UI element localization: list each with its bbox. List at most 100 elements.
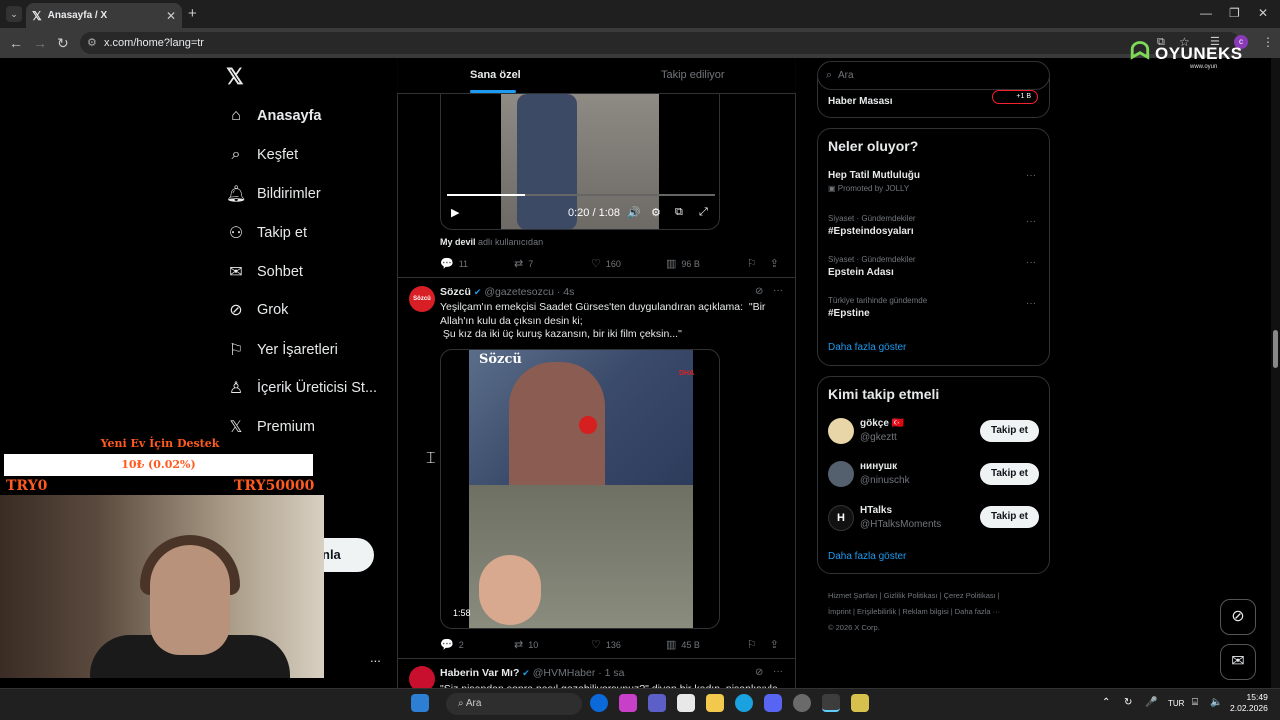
new-tab-button[interactable]: + [188, 5, 197, 22]
tab-following[interactable]: Takip ediliyor [661, 69, 725, 81]
nav-item-7[interactable]: ⚐ Yer İşaretleri [226, 339, 338, 361]
author-name[interactable]: Sözcü [440, 286, 471, 298]
copilot-icon[interactable] [619, 694, 637, 712]
tweet-video[interactable]: Sözcü DHA 1:58 [440, 349, 720, 629]
views-button[interactable]: ▥ 45 B [666, 638, 747, 651]
address-bar[interactable]: ⚙ x.com/home?lang=tr [80, 32, 1240, 54]
tweet-time[interactable]: · 1 sa [598, 667, 624, 679]
tray-chevron-icon[interactable]: ⌃ [1102, 697, 1110, 708]
footer-link[interactable]: Daha fazla ··· [955, 607, 1000, 616]
mic-icon[interactable]: 🎤 [1145, 697, 1157, 708]
like-button[interactable]: ♡ 136 [591, 638, 666, 651]
footer-link[interactable]: Erişilebilirlik [857, 607, 896, 616]
app-icon[interactable] [590, 694, 608, 712]
trend-item[interactable]: Türkiye tarihinde gündemde #Epstine [828, 296, 927, 319]
language-indicator[interactable]: TUR [1168, 699, 1184, 708]
steam-icon[interactable] [793, 694, 811, 712]
start-icon[interactable] [411, 694, 429, 712]
suggested-user[interactable]: HTalks @HTalksMoments [860, 505, 941, 530]
footer-link[interactable]: İmprint [828, 607, 851, 616]
views-button[interactable]: ▥ 96 B [666, 257, 747, 270]
follow-button[interactable]: Takip et [980, 420, 1039, 442]
nav-item-5[interactable]: ✉ Sohbet [226, 261, 303, 283]
discord-icon[interactable] [764, 694, 782, 712]
bookmark-button[interactable]: ⚐ [747, 638, 770, 651]
menu-kebab-icon[interactable]: ⋮ [1262, 35, 1274, 49]
trend-item[interactable]: Siyaset · Gündemdekiler Epstein Adası [828, 255, 916, 278]
trend-more-icon[interactable]: ··· [1026, 257, 1036, 268]
nav-item-3[interactable]: 🔔︎ Bildirimler [226, 183, 321, 205]
restore-icon[interactable]: ❐ [1229, 6, 1240, 20]
edge-icon[interactable] [735, 694, 753, 712]
suggested-user[interactable]: gökçe 🇹🇷 @gkeztt [860, 418, 904, 443]
explorer-icon[interactable] [706, 694, 724, 712]
author-name[interactable]: Haberin Var Mı? [440, 667, 519, 679]
avatar[interactable]: Sözcü [409, 286, 435, 312]
follow-button[interactable]: Takip et [980, 463, 1039, 485]
share-button[interactable]: ⇪ [770, 257, 784, 270]
nav-item-4[interactable]: ⚇ Takip et [226, 222, 307, 244]
retweet-button[interactable]: ⇄ 10 [514, 638, 591, 651]
avatar[interactable]: H [828, 505, 854, 531]
volume-icon[interactable]: 🔊 [627, 206, 641, 219]
more-icon[interactable]: ··· [773, 285, 783, 296]
network-icon[interactable]: ⌸ [1192, 697, 1198, 708]
site-info-icon[interactable]: ⚙ [87, 32, 97, 54]
messages-fab[interactable]: ✉ [1220, 644, 1256, 680]
teams-icon[interactable] [648, 694, 666, 712]
taskbar-search[interactable]: ⌕ Ara [446, 693, 582, 715]
pip-icon[interactable]: ⧉ [675, 206, 683, 219]
reply-button[interactable]: 💬 11 [440, 257, 514, 270]
more-icon[interactable]: ··· [773, 666, 783, 677]
nav-item-6[interactable]: ⊘ Grok [226, 299, 288, 321]
show-more-link[interactable]: Daha fazla göster [828, 551, 906, 562]
footer-link[interactable]: Gizlilik Politikası [884, 591, 938, 600]
x-logo-icon[interactable]: 𝕏 [226, 64, 244, 90]
settings-icon[interactable]: ⚙ [651, 206, 661, 219]
chrome-icon[interactable] [822, 694, 840, 712]
reload-icon[interactable]: ↻ [57, 35, 69, 52]
tab-search-button[interactable]: ⌄ [6, 6, 22, 22]
minimize-icon[interactable]: — [1200, 6, 1212, 20]
browser-tab[interactable]: 𝕏 Anasayfa / X ✕ [26, 3, 182, 28]
avatar[interactable] [828, 461, 854, 487]
author-handle[interactable]: @gazetesozcu [484, 286, 554, 298]
grok-icon[interactable]: ⊘ [755, 667, 763, 678]
bookmark-button[interactable]: ⚐ [747, 257, 770, 270]
footer-link[interactable]: Hizmet Şartları [828, 591, 878, 600]
grok-fab[interactable]: ⊘ [1220, 599, 1256, 635]
card-title[interactable]: Haber Masası [828, 96, 892, 107]
tweet-time[interactable]: · 4s [557, 286, 575, 298]
author-handle[interactable]: @HVMHaber [533, 667, 596, 679]
trend-item[interactable]: Hep Tatil Mutluluğu ▣ Promoted by JOLLY [828, 170, 920, 193]
avatar[interactable] [828, 418, 854, 444]
live-badge[interactable]: +1 B [992, 90, 1038, 104]
fullscreen-icon[interactable]: ⤢ [699, 206, 708, 219]
clock[interactable]: 15:49 2.02.2026 [1230, 692, 1268, 714]
like-button[interactable]: ♡ 160 [591, 257, 666, 270]
trend-item[interactable]: Siyaset · Gündemdekiler #Epsteindosyalar… [828, 214, 916, 237]
close-window-icon[interactable]: ✕ [1258, 6, 1268, 20]
nav-item-9[interactable]: 𝕏 Premium [226, 416, 315, 438]
nav-item-8[interactable]: ♙ İçerik Üreticisi St... [226, 377, 377, 399]
back-icon[interactable]: ← [9, 35, 23, 51]
footer-link[interactable]: Çerez Politikası [944, 591, 996, 600]
trend-more-icon[interactable]: ··· [1026, 170, 1036, 181]
reply-button[interactable]: 💬 2 [440, 638, 514, 651]
trend-more-icon[interactable]: ··· [1026, 216, 1036, 227]
video-progress-bar[interactable] [447, 194, 715, 196]
follow-button[interactable]: Takip et [980, 506, 1039, 528]
show-more-link[interactable]: Daha fazla göster [828, 342, 906, 353]
account-more-icon[interactable]: ... [370, 650, 381, 665]
nav-item-1[interactable]: ⌂ Anasayfa [226, 105, 321, 127]
suggested-user[interactable]: нинушк @ninuschk [860, 461, 910, 486]
nav-item-2[interactable]: ⌕ Keşfet [226, 144, 299, 166]
tab-for-you[interactable]: Sana özel [470, 69, 521, 81]
forward-icon[interactable]: → [33, 35, 47, 51]
app-icon[interactable] [851, 694, 869, 712]
share-button[interactable]: ⇪ [770, 638, 784, 651]
tray-app-icon[interactable]: ↻ [1124, 697, 1132, 708]
scrollbar[interactable] [1271, 58, 1280, 688]
tweet-video[interactable]: ▶ 0:20 / 1:08 🔊 ⚙ ⧉ ⤢ [440, 94, 720, 230]
footer-link[interactable]: Reklam bilgisi [902, 607, 948, 616]
